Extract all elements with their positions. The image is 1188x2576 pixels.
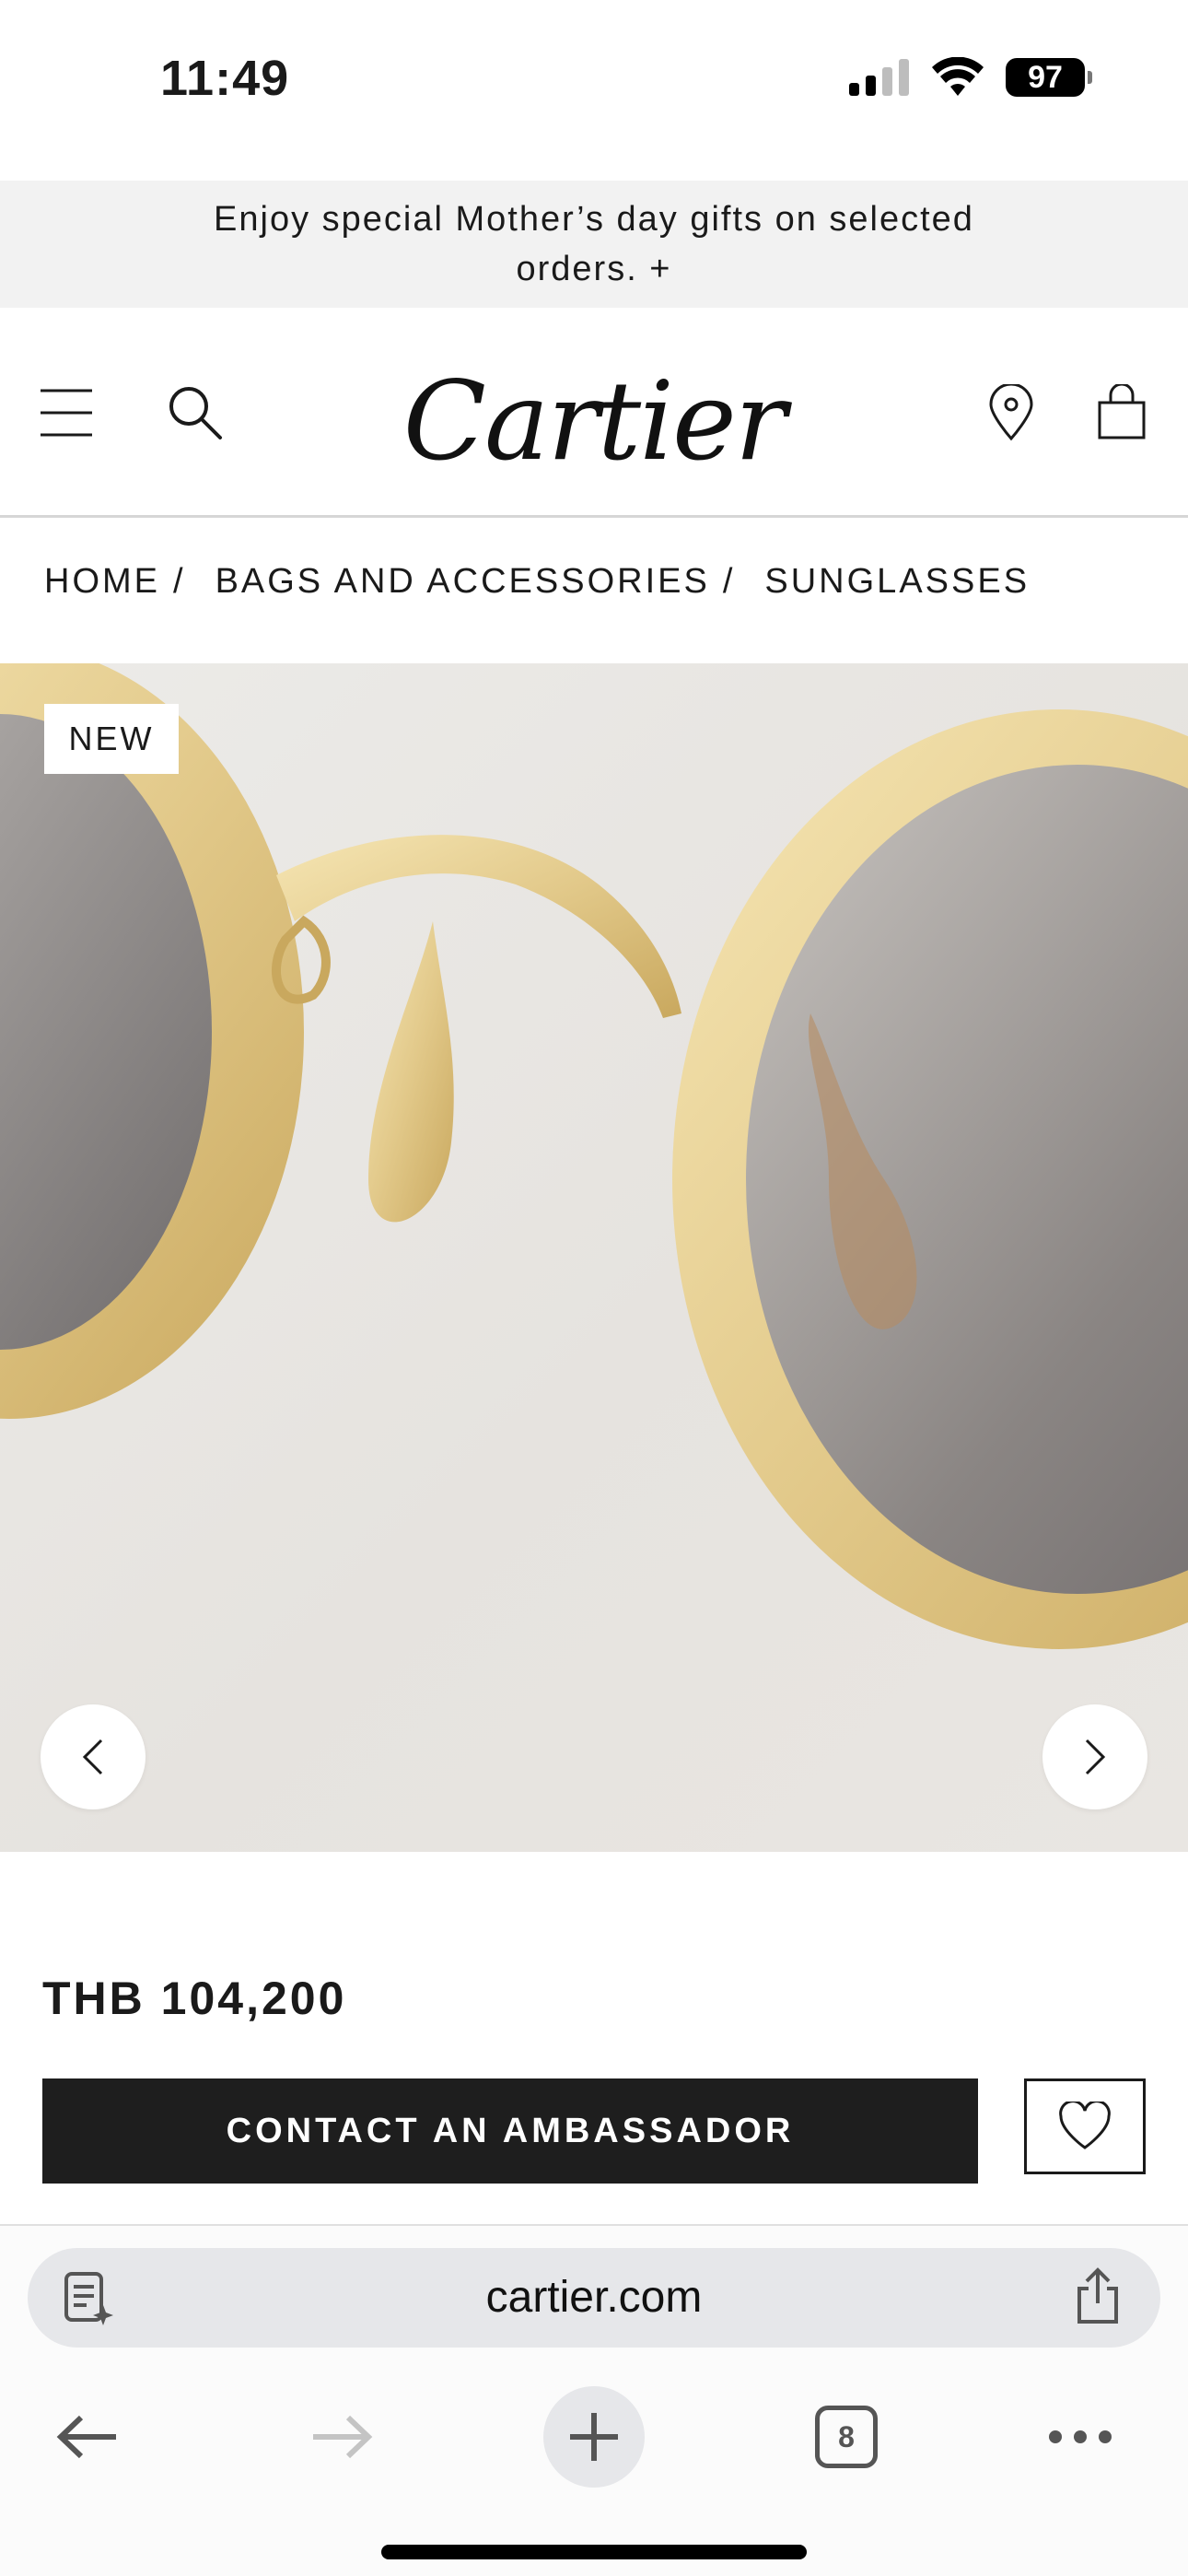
sunglasses-image (0, 663, 1188, 1649)
status-bar: 11:49 97 (0, 0, 1188, 175)
product-price: THB 104,200 (42, 1973, 347, 2024)
breadcrumb-home[interactable]: HOME (44, 562, 160, 602)
cellular-signal-icon (849, 59, 909, 96)
new-tab-button[interactable] (543, 2386, 645, 2488)
product-image-carousel[interactable]: NEW (0, 663, 1188, 1852)
chevron-left-icon (82, 1739, 103, 1775)
back-button[interactable] (37, 2386, 138, 2488)
promo-text: Enjoy special Mother’s day gifts on sele… (214, 200, 974, 288)
shopping-bag-icon[interactable] (1085, 376, 1159, 450)
chevron-right-icon (1085, 1739, 1106, 1775)
back-arrow-icon (56, 2415, 116, 2459)
status-icons: 97 (849, 57, 1092, 98)
battery-icon: 97 (1006, 58, 1092, 97)
location-pin-icon[interactable] (974, 376, 1048, 450)
contact-ambassador-button[interactable]: CONTACT AN AMBASSADOR (42, 2078, 978, 2184)
browser-toolbar: cartier.com 8 (0, 2224, 1188, 2576)
battery-level: 97 (1028, 59, 1063, 95)
breadcrumb: HOME / BAGS AND ACCESSORIES / SUNGLASSES (44, 562, 1030, 602)
site-header: Cartier (0, 308, 1188, 518)
promo-banner[interactable]: Enjoy special Mother’s day gifts on sele… (0, 181, 1188, 308)
tabs-count: 8 (838, 2419, 855, 2453)
share-icon[interactable] (1070, 2266, 1125, 2325)
new-badge: NEW (44, 704, 179, 774)
breadcrumb-sunglasses[interactable]: SUNGLASSES (764, 562, 1030, 602)
breadcrumb-separator: / (173, 562, 186, 601)
tabs-button[interactable]: 8 (796, 2386, 897, 2488)
browser-nav-row: 8 (0, 2370, 1188, 2489)
forward-button[interactable] (291, 2386, 392, 2488)
breadcrumb-bags-and-accessories[interactable]: BAGS AND ACCESSORIES (215, 562, 710, 602)
url-text: cartier.com (485, 2273, 703, 2322)
carousel-next-button[interactable] (1042, 1704, 1147, 1809)
more-button[interactable] (1030, 2386, 1131, 2488)
wishlist-button[interactable] (1024, 2078, 1146, 2174)
wifi-icon (932, 57, 984, 96)
more-icon (1049, 2430, 1112, 2443)
address-bar[interactable]: cartier.com (28, 2248, 1160, 2348)
forward-arrow-icon (313, 2415, 373, 2459)
heart-icon (1059, 2102, 1111, 2149)
breadcrumb-separator: / (722, 562, 736, 601)
status-time: 11:49 (160, 51, 290, 106)
new-tab-plus-icon (570, 2413, 618, 2461)
home-indicator (381, 2545, 807, 2559)
tabs-icon: 8 (815, 2406, 878, 2468)
carousel-prev-button[interactable] (41, 1704, 146, 1809)
